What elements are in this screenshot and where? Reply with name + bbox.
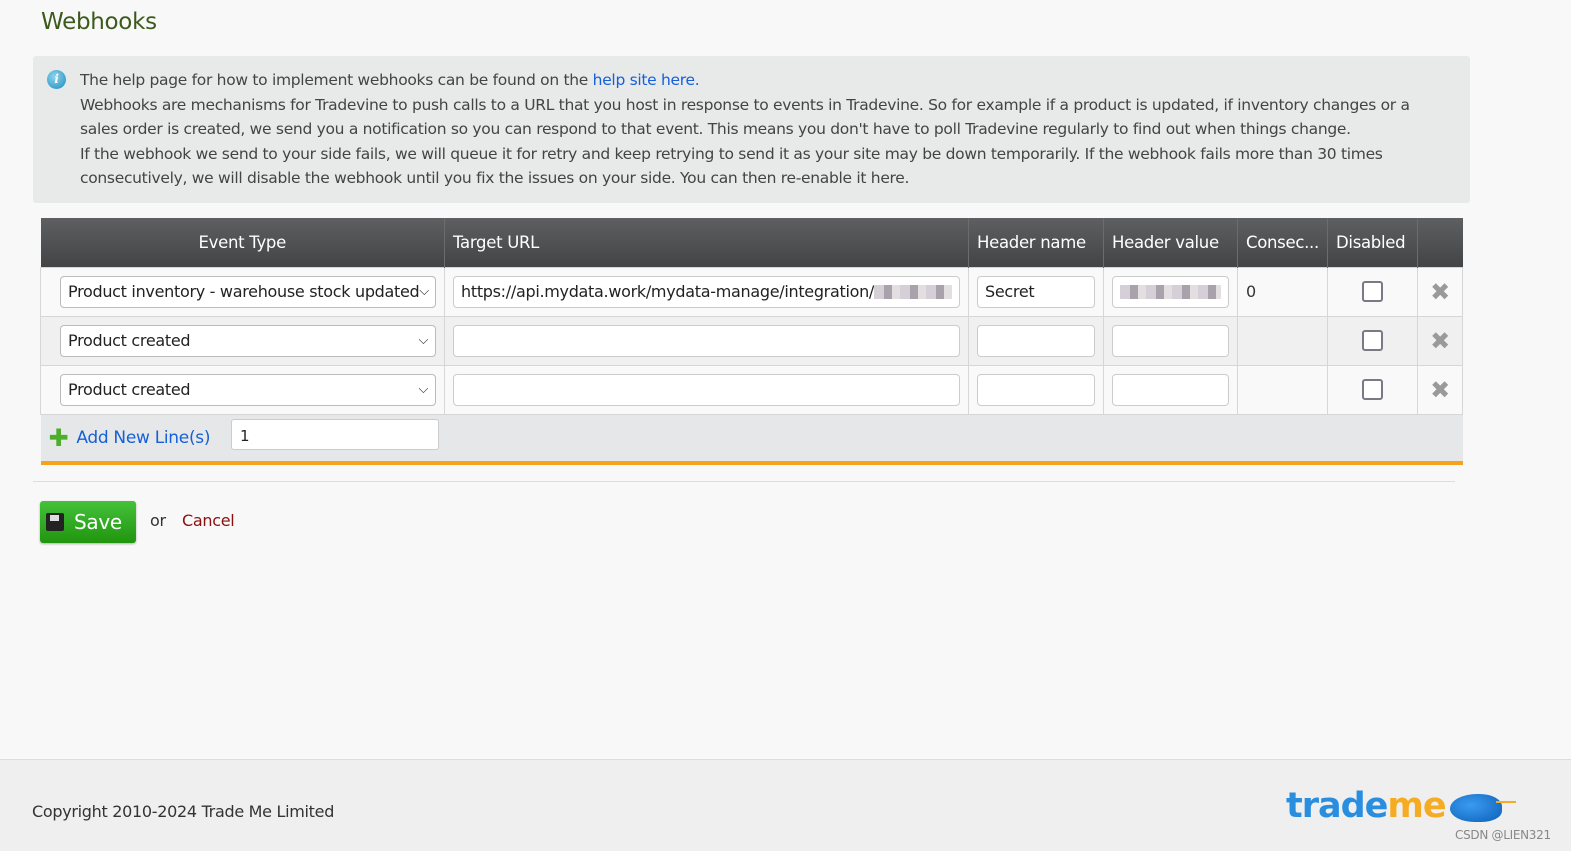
event-type-value: Product created	[68, 331, 191, 350]
header-value-input[interactable]	[1112, 373, 1229, 406]
divider	[33, 481, 1455, 482]
header-header-value[interactable]: Header value	[1103, 218, 1238, 267]
footer: Copyright 2010-2024 Trade Me Limited tra…	[0, 759, 1571, 851]
delete-row-icon[interactable]: ✖	[1417, 266, 1463, 317]
info-icon: i	[47, 70, 66, 89]
watermark: CSDN @LIEN321	[1455, 828, 1551, 842]
info-text: The help page for how to implement webho…	[80, 71, 593, 89]
header-disabled[interactable]: Disabled	[1327, 218, 1418, 267]
target-url-input[interactable]	[453, 373, 960, 406]
or-text: or	[150, 511, 166, 530]
header-name-input[interactable]: Secret	[977, 275, 1095, 308]
info-paragraph: Webhooks are mechanisms for Tradevine to…	[80, 95, 1410, 139]
header-consecutive[interactable]: Consec...	[1237, 218, 1328, 267]
header-name-input[interactable]	[977, 324, 1095, 357]
disabled-checkbox[interactable]	[1362, 330, 1383, 351]
header-name-input[interactable]	[977, 373, 1095, 406]
floppy-disk-icon	[46, 513, 64, 531]
copyright: Copyright 2010-2024 Trade Me Limited	[32, 802, 335, 821]
delete-row-icon[interactable]: ✖	[1417, 315, 1463, 366]
event-type-value: Product inventory - warehouse stock upda…	[68, 282, 420, 301]
redacted-text	[1120, 284, 1221, 299]
info-paragraph: If the webhook we send to your side fail…	[80, 144, 1383, 188]
event-type-select[interactable]: Product created ⌵	[60, 373, 436, 406]
event-type-select[interactable]: Product created ⌵	[60, 324, 436, 357]
save-label: Save	[74, 510, 122, 534]
cancel-link[interactable]: Cancel	[182, 511, 235, 530]
chevron-down-icon: ⌵	[418, 333, 428, 348]
target-url-input[interactable]	[453, 324, 960, 357]
info-box: i The help page for how to implement web…	[33, 56, 1470, 203]
kiwi-beak	[1496, 801, 1516, 803]
page-title: Webhooks	[41, 9, 157, 35]
help-site-link[interactable]: help site here.	[593, 71, 700, 89]
header-actions	[1417, 218, 1463, 267]
target-url-value: https://api.mydata.work/mydata-manage/in…	[461, 282, 875, 301]
table-row: Product inventory - warehouse stock upda…	[40, 266, 1463, 317]
header-value-input[interactable]	[1112, 275, 1229, 308]
table-row: Product created ⌵ ✖	[40, 364, 1463, 415]
chevron-down-icon: ⌵	[419, 284, 429, 299]
delete-row-icon[interactable]: ✖	[1417, 364, 1463, 415]
header-value-input[interactable]	[1112, 324, 1229, 357]
chevron-down-icon: ⌵	[418, 382, 428, 397]
consecutive-failures	[1237, 315, 1328, 366]
trademe-logo[interactable]: trademe	[1286, 786, 1447, 826]
consecutive-failures: 0	[1237, 266, 1328, 317]
logo-trade: trade	[1286, 786, 1388, 826]
kiwi-icon	[1450, 794, 1502, 822]
event-type-value: Product created	[68, 380, 191, 399]
disabled-checkbox[interactable]	[1362, 281, 1383, 302]
plus-icon: ✚	[48, 423, 69, 452]
header-header-name[interactable]: Header name	[968, 218, 1104, 267]
logo-me: me	[1387, 786, 1446, 826]
redacted-text	[874, 284, 952, 299]
save-button[interactable]: Save	[40, 501, 136, 543]
header-event-type[interactable]: Event Type	[40, 218, 445, 267]
header-target-url[interactable]: Target URL	[444, 218, 969, 267]
target-url-input[interactable]: https://api.mydata.work/mydata-manage/in…	[453, 275, 960, 308]
table-row: Product created ⌵ ✖	[40, 315, 1463, 366]
add-lines-count-input[interactable]: 1	[231, 419, 439, 450]
event-type-select[interactable]: Product inventory - warehouse stock upda…	[60, 275, 436, 308]
disabled-checkbox[interactable]	[1362, 379, 1383, 400]
add-new-lines-label: Add New Line(s)	[76, 427, 211, 448]
consecutive-failures	[1237, 364, 1328, 415]
